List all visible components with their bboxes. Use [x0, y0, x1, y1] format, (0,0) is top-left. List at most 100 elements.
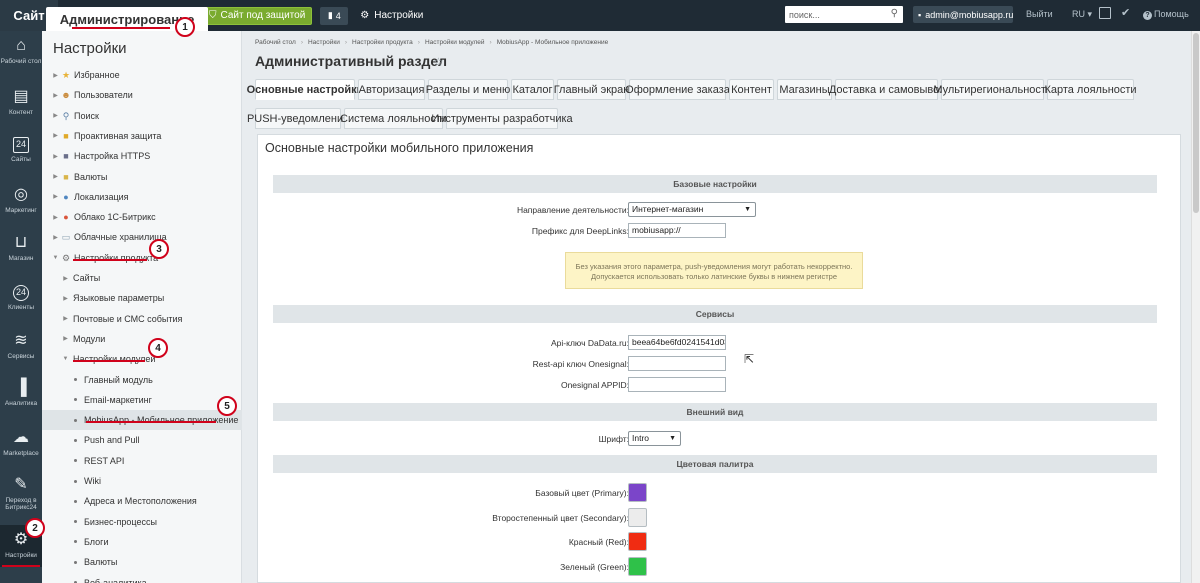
- bullet-icon: [74, 438, 77, 442]
- sidebar-item[interactable]: ▶ ★ Избранное: [42, 65, 242, 85]
- search-icon[interactable]: ⚲: [891, 8, 898, 19]
- expand-right-icon[interactable]: ▶: [52, 234, 59, 241]
- site-protected-button[interactable]: ⛉ Сайт под защитой: [202, 6, 313, 25]
- left-nav-item[interactable]: ▐ Аналитика: [0, 379, 42, 407]
- expand-right-icon[interactable]: ▶: [62, 315, 69, 322]
- left-nav-item[interactable]: 24 Сайты: [0, 137, 42, 163]
- sidebar-item[interactable]: ▶ ⚲ Поиск: [42, 106, 242, 126]
- expand-right-icon[interactable]: ▶: [62, 295, 69, 302]
- left-nav-item[interactable]: 24 Клиенты: [0, 285, 42, 311]
- sidebar-item[interactable]: ▼ ⚙ Настройки продукта: [42, 248, 242, 268]
- tab[interactable]: Авторизация: [358, 79, 425, 100]
- tab[interactable]: Доставка и самовывоз: [829, 79, 944, 100]
- expand-right-icon[interactable]: ▶: [52, 132, 59, 139]
- expand-right-icon[interactable]: ▶: [52, 92, 59, 99]
- expand-right-icon[interactable]: ▶: [52, 214, 59, 221]
- sidebar-item[interactable]: ▶ Почтовые и СМС события: [42, 309, 242, 329]
- expand-down-icon[interactable]: ▼: [62, 356, 69, 362]
- window-icon[interactable]: [1099, 7, 1111, 19]
- sidebar-item[interactable]: ▶ ■ Настройка HTTPS: [42, 146, 242, 166]
- logout-link[interactable]: Выйти: [1026, 9, 1053, 19]
- left-nav-item[interactable]: ≋ Сервисы: [0, 332, 42, 360]
- expand-right-icon[interactable]: ▶: [62, 335, 69, 342]
- expand-right-icon[interactable]: ▶: [52, 112, 59, 119]
- left-nav-item[interactable]: ✎ Переход в Битрикс24: [0, 476, 42, 511]
- sidebar-item[interactable]: ▶ ● Локализация: [42, 187, 242, 207]
- tab[interactable]: Инструменты разработчика: [431, 108, 573, 129]
- expand-right-icon[interactable]: ▶: [52, 153, 59, 160]
- activity-select[interactable]: Интернет-магазин ▼: [628, 202, 756, 217]
- top-settings-link[interactable]: ⚙ Настройки: [360, 10, 423, 21]
- tab[interactable]: Основные настройки: [247, 79, 363, 100]
- annotation-underline-1: [72, 27, 170, 29]
- sidebar-item[interactable]: Email-маркетинг: [42, 390, 242, 410]
- sidebar-item[interactable]: ▶ ● Облако 1С-Битрикс: [42, 207, 242, 227]
- tab[interactable]: Магазины: [777, 79, 832, 100]
- sidebar-item-label: Пользователи: [74, 90, 133, 101]
- annotation-underline-3: [73, 259, 147, 261]
- help-link[interactable]: ? Помощь: [1143, 9, 1189, 20]
- breadcrumb-link[interactable]: Рабочий стол: [255, 39, 296, 46]
- color-swatch[interactable]: [628, 556, 647, 576]
- breadcrumb-link[interactable]: Настройки: [308, 39, 340, 46]
- left-nav-item[interactable]: ▤ Контент: [0, 88, 42, 116]
- tab[interactable]: Каталог: [511, 79, 554, 100]
- sidebar-item-icon: ▭: [61, 232, 71, 243]
- expand-down-icon[interactable]: ▼: [52, 255, 59, 261]
- notifications-button[interactable]: ▮ 4: [320, 6, 349, 25]
- sidebar-item[interactable]: Бизнес-процессы: [42, 512, 242, 532]
- sidebar-item[interactable]: Веб-аналитика: [42, 573, 242, 583]
- left-nav-item[interactable]: ⌂ Рабочий стол: [0, 37, 42, 65]
- tab[interactable]: Оформление заказа: [625, 79, 730, 100]
- tab[interactable]: PUSH-уведомления: [247, 108, 349, 129]
- sidebar-item[interactable]: Адреса и Местоположения: [42, 491, 242, 511]
- expand-right-icon[interactable]: ▶: [52, 173, 59, 180]
- left-nav-item[interactable]: ◎ Маркетинг: [0, 186, 42, 214]
- sidebar-item[interactable]: Главный модуль: [42, 370, 242, 390]
- color-swatch[interactable]: [628, 483, 647, 502]
- tab[interactable]: Контент: [729, 79, 774, 100]
- pin-icon[interactable]: ✔: [1121, 6, 1130, 19]
- sidebar-item[interactable]: ▶ Сайты: [42, 268, 242, 288]
- sidebar-item[interactable]: Валюты: [42, 552, 242, 572]
- onesignal-appid-input[interactable]: [628, 377, 726, 392]
- sidebar-item[interactable]: ▶ ■ Проактивная защита: [42, 126, 242, 146]
- search-input[interactable]: поиск... ⚲: [785, 6, 903, 23]
- deeplink-prefix-input[interactable]: mobiusapp://: [628, 223, 726, 238]
- sidebar-item[interactable]: Wiki: [42, 471, 242, 491]
- tab[interactable]: Система лояльности: [340, 108, 447, 129]
- left-nav-item[interactable]: ⊔ Магазин: [0, 234, 42, 262]
- sidebar-item-label: Блоги: [84, 536, 109, 547]
- search-placeholder: поиск...: [789, 9, 820, 20]
- expand-right-icon[interactable]: ▶: [52, 193, 59, 200]
- breadcrumb-link[interactable]: Настройки продукта: [352, 39, 413, 46]
- font-select[interactable]: Intro ▼: [628, 431, 681, 446]
- breadcrumb-link[interactable]: Настройки модулей: [425, 39, 485, 46]
- breadcrumb-link[interactable]: MobiusApp - Мобильное приложение: [497, 39, 609, 46]
- dadata-key-input[interactable]: beea64be6fd0241541d03d5: [628, 335, 726, 350]
- sidebar-item[interactable]: ▶ Языковые параметры: [42, 288, 242, 308]
- sidebar-item[interactable]: Push and Pull: [42, 430, 242, 450]
- tab[interactable]: Мультирегиональность: [933, 79, 1052, 100]
- expand-right-icon[interactable]: ▶: [52, 72, 59, 79]
- color-swatch[interactable]: [628, 507, 647, 527]
- sidebar-item[interactable]: ▶ ☻ Пользователи: [42, 85, 242, 105]
- onesignal-key-input[interactable]: [628, 356, 726, 371]
- sidebar-item[interactable]: ▶ ▭ Облачные хранилища: [42, 227, 242, 247]
- language-select[interactable]: RU ▾: [1072, 9, 1092, 20]
- page-scrollbar[interactable]: [1191, 31, 1200, 583]
- sidebar-item[interactable]: REST API: [42, 451, 242, 471]
- left-nav-item[interactable]: ☁ Marketplace: [0, 429, 42, 457]
- sidebar-item[interactable]: ▶ ■ Валюты: [42, 167, 242, 187]
- tab[interactable]: Главный экран: [554, 79, 629, 100]
- onesignal-key-label: Rest-api ключ Onesignal:: [532, 359, 629, 369]
- tab[interactable]: Разделы и меню: [426, 79, 510, 100]
- sidebar-item[interactable]: Блоги: [42, 532, 242, 552]
- tab[interactable]: Карта лояльности: [1044, 79, 1137, 100]
- sidebar-item[interactable]: ▶ Модули: [42, 329, 242, 349]
- favorite-star-icon[interactable]: ☆: [433, 55, 444, 69]
- user-menu[interactable]: ▪ admin@mobiusapp.ru: [913, 6, 1013, 23]
- scrollbar-thumb[interactable]: [1193, 33, 1199, 213]
- color-swatch[interactable]: [628, 532, 647, 551]
- expand-right-icon[interactable]: ▶: [62, 275, 69, 282]
